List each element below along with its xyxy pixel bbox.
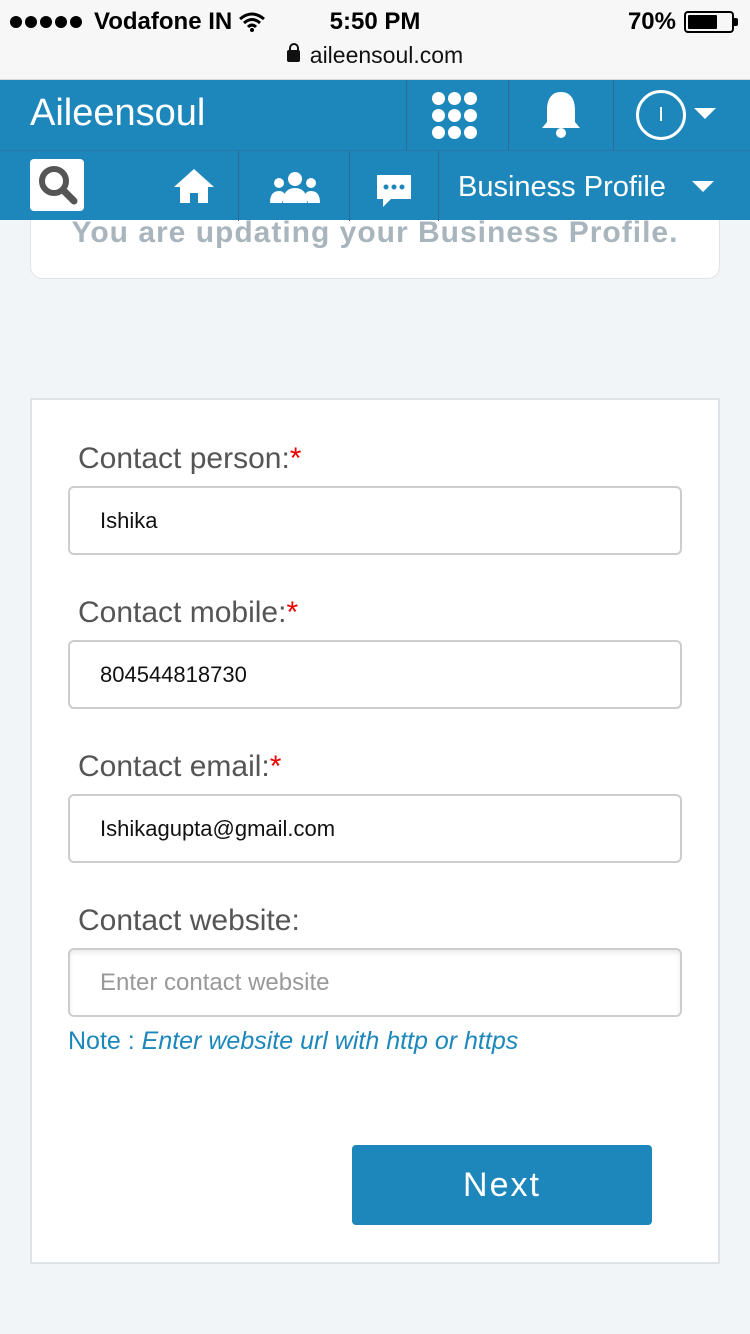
label-text: Contact mobile: (78, 596, 287, 629)
required-mark: * (269, 750, 282, 783)
chevron-down-icon[interactable] (692, 181, 714, 192)
chat-icon[interactable] (375, 173, 413, 209)
required-mark: * (286, 596, 299, 629)
divider (406, 80, 407, 150)
battery-icon (684, 11, 738, 33)
nav-bar: Business Profile (0, 150, 750, 221)
lock-icon (286, 43, 300, 62)
avatar[interactable]: I (636, 90, 686, 140)
contact-mobile-input[interactable]: 804544818730 (68, 640, 682, 709)
contact-person-label: Contact person:* (78, 442, 301, 476)
label-text: Contact person: (78, 442, 290, 475)
chevron-down-icon[interactable] (694, 108, 716, 119)
contact-person-input[interactable]: Ishika (68, 486, 682, 555)
bell-icon[interactable] (538, 88, 584, 142)
contact-email-label: Contact email:* (78, 750, 281, 784)
contact-mobile-label: Contact mobile:* (78, 596, 298, 630)
divider (349, 151, 350, 221)
search-icon (39, 166, 78, 205)
url-text: aileensoul.com (309, 42, 464, 68)
divider (613, 80, 614, 150)
people-icon[interactable] (268, 171, 322, 205)
app-header: Aileensoul I (0, 80, 750, 150)
profile-switcher[interactable]: Business Profile (458, 171, 666, 204)
divider (238, 151, 239, 221)
contact-website-label: Contact website: (78, 904, 300, 938)
contact-website-input[interactable]: Enter contact website (68, 948, 682, 1017)
status-bar: Vodafone IN 5:50 PM 70% aileensoul.com (0, 0, 750, 80)
required-mark: * (289, 442, 302, 475)
label-text: Contact email: (78, 750, 270, 783)
divider (438, 151, 439, 221)
next-button[interactable]: Next (352, 1145, 652, 1225)
home-icon[interactable] (172, 167, 216, 205)
battery-status: 70% (627, 8, 738, 36)
search-button[interactable] (30, 159, 84, 211)
apps-grid-icon[interactable] (432, 92, 480, 140)
contact-email-input[interactable]: Ishikagupta@gmail.com (68, 794, 682, 863)
note-prefix: Note : (68, 1027, 142, 1055)
note-text: Enter website url with http or https (141, 1027, 519, 1055)
battery-percent: 70% (627, 8, 676, 35)
contact-form: Contact person:* Ishika Contact mobile:*… (30, 398, 720, 1264)
divider (508, 80, 509, 150)
label-text: Contact website: (78, 904, 300, 937)
website-note: Note : Enter website url with http or ht… (68, 1027, 518, 1056)
address-bar[interactable]: aileensoul.com (0, 42, 750, 69)
notice-text: You are updating your Business Profile. (71, 216, 679, 249)
brand-logo[interactable]: Aileensoul (30, 92, 205, 135)
